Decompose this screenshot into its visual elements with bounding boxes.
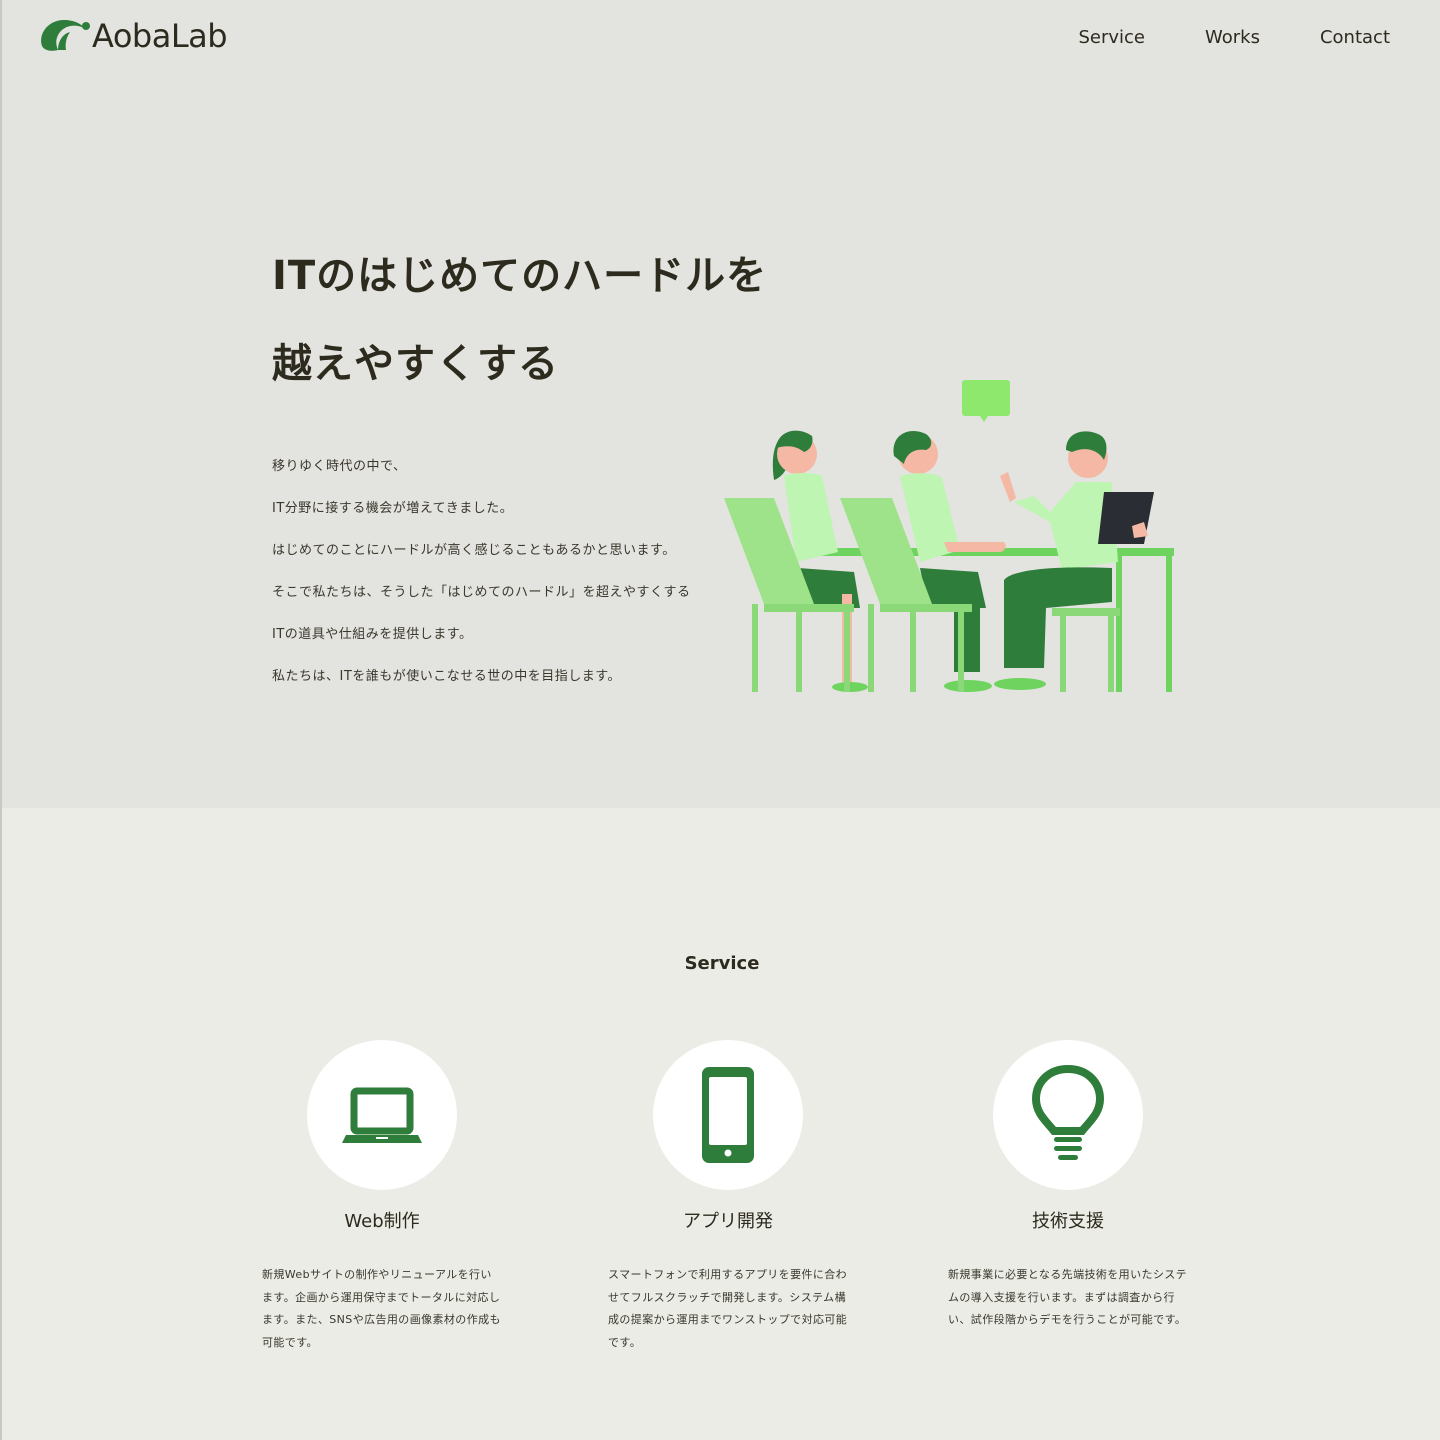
lightbulb-icon [1031,1065,1105,1160]
main-nav: Service Works Contact [1078,26,1390,50]
service-description: スマートフォンで利用するアプリを要件に合わせてフルスクラッチで開発します。システ… [608,1268,848,1349]
service-title: Web制作 [344,1211,420,1232]
intro-line: はじめてのことにハードルが高く感じることもあるかと思います。 [272,543,676,558]
logo-link[interactable]: AobaLab [36,16,228,56]
headline-line-2: 越えやすくする [272,341,559,387]
hero-section: AobaLab Service Works Contact ITのはじめてのハー… [0,0,1440,808]
nav-works-link[interactable]: Works [1205,26,1260,50]
intro-line: そこで私たちは、そうした「はじめてのハードル」を超えやすくする [272,585,691,600]
intro-line: 私たちは、ITを誰もが使いこなせる世の中を目指します。 [272,669,621,684]
brand-name: AobaLab [92,17,228,55]
icon-circle [307,1040,457,1190]
section-title: Service [684,953,760,974]
service-title: アプリ開発 [683,1211,773,1232]
nav-contact-link[interactable]: Contact [1320,26,1390,50]
service-title: 技術支援 [1032,1211,1104,1232]
service-card-web: Web制作 新規Webサイトの制作やリニューアルを行います。企画から運用保守まで… [262,1040,502,1354]
icon-circle [993,1040,1143,1190]
leaf-logo-icon [41,20,90,51]
intro-line: 移りゆく時代の中で、 [272,459,407,474]
icon-circle [653,1040,803,1190]
nav-service-link[interactable]: Service [1078,26,1145,50]
team-meeting-illustration [724,380,1174,692]
smartphone-icon [702,1067,754,1163]
service-description: 新規Webサイトの制作やリニューアルを行います。企画から運用保守までトータルに対… [262,1268,501,1349]
service-description: 新規事業に必要となる先端技術を用いたシステムの導入支援を行います。まずは調査から… [948,1268,1188,1326]
service-card-support: 技術支援 新規事業に必要となる先端技術を用いたシステムの導入支援を行います。まず… [948,1040,1188,1332]
intro-line: IT分野に接する機会が増えてきました。 [272,501,514,516]
service-card-app: アプリ開発 スマートフォンで利用するアプリを要件に合わせてフルスクラッチで開発し… [608,1040,848,1354]
laptop-icon [342,1087,422,1143]
headline-line-1: ITのはじめてのハードルを [272,253,768,299]
intro-line: ITの道具や仕組みを提供します。 [272,627,473,642]
service-section: Service Web制作 新規Webサイトの制作やリニューアルを行います。企画… [0,808,1440,1440]
hero-intro: 移りゆく時代の中で、 IT分野に接する機会が増えてきました。 はじめてのことにハ… [272,446,732,698]
